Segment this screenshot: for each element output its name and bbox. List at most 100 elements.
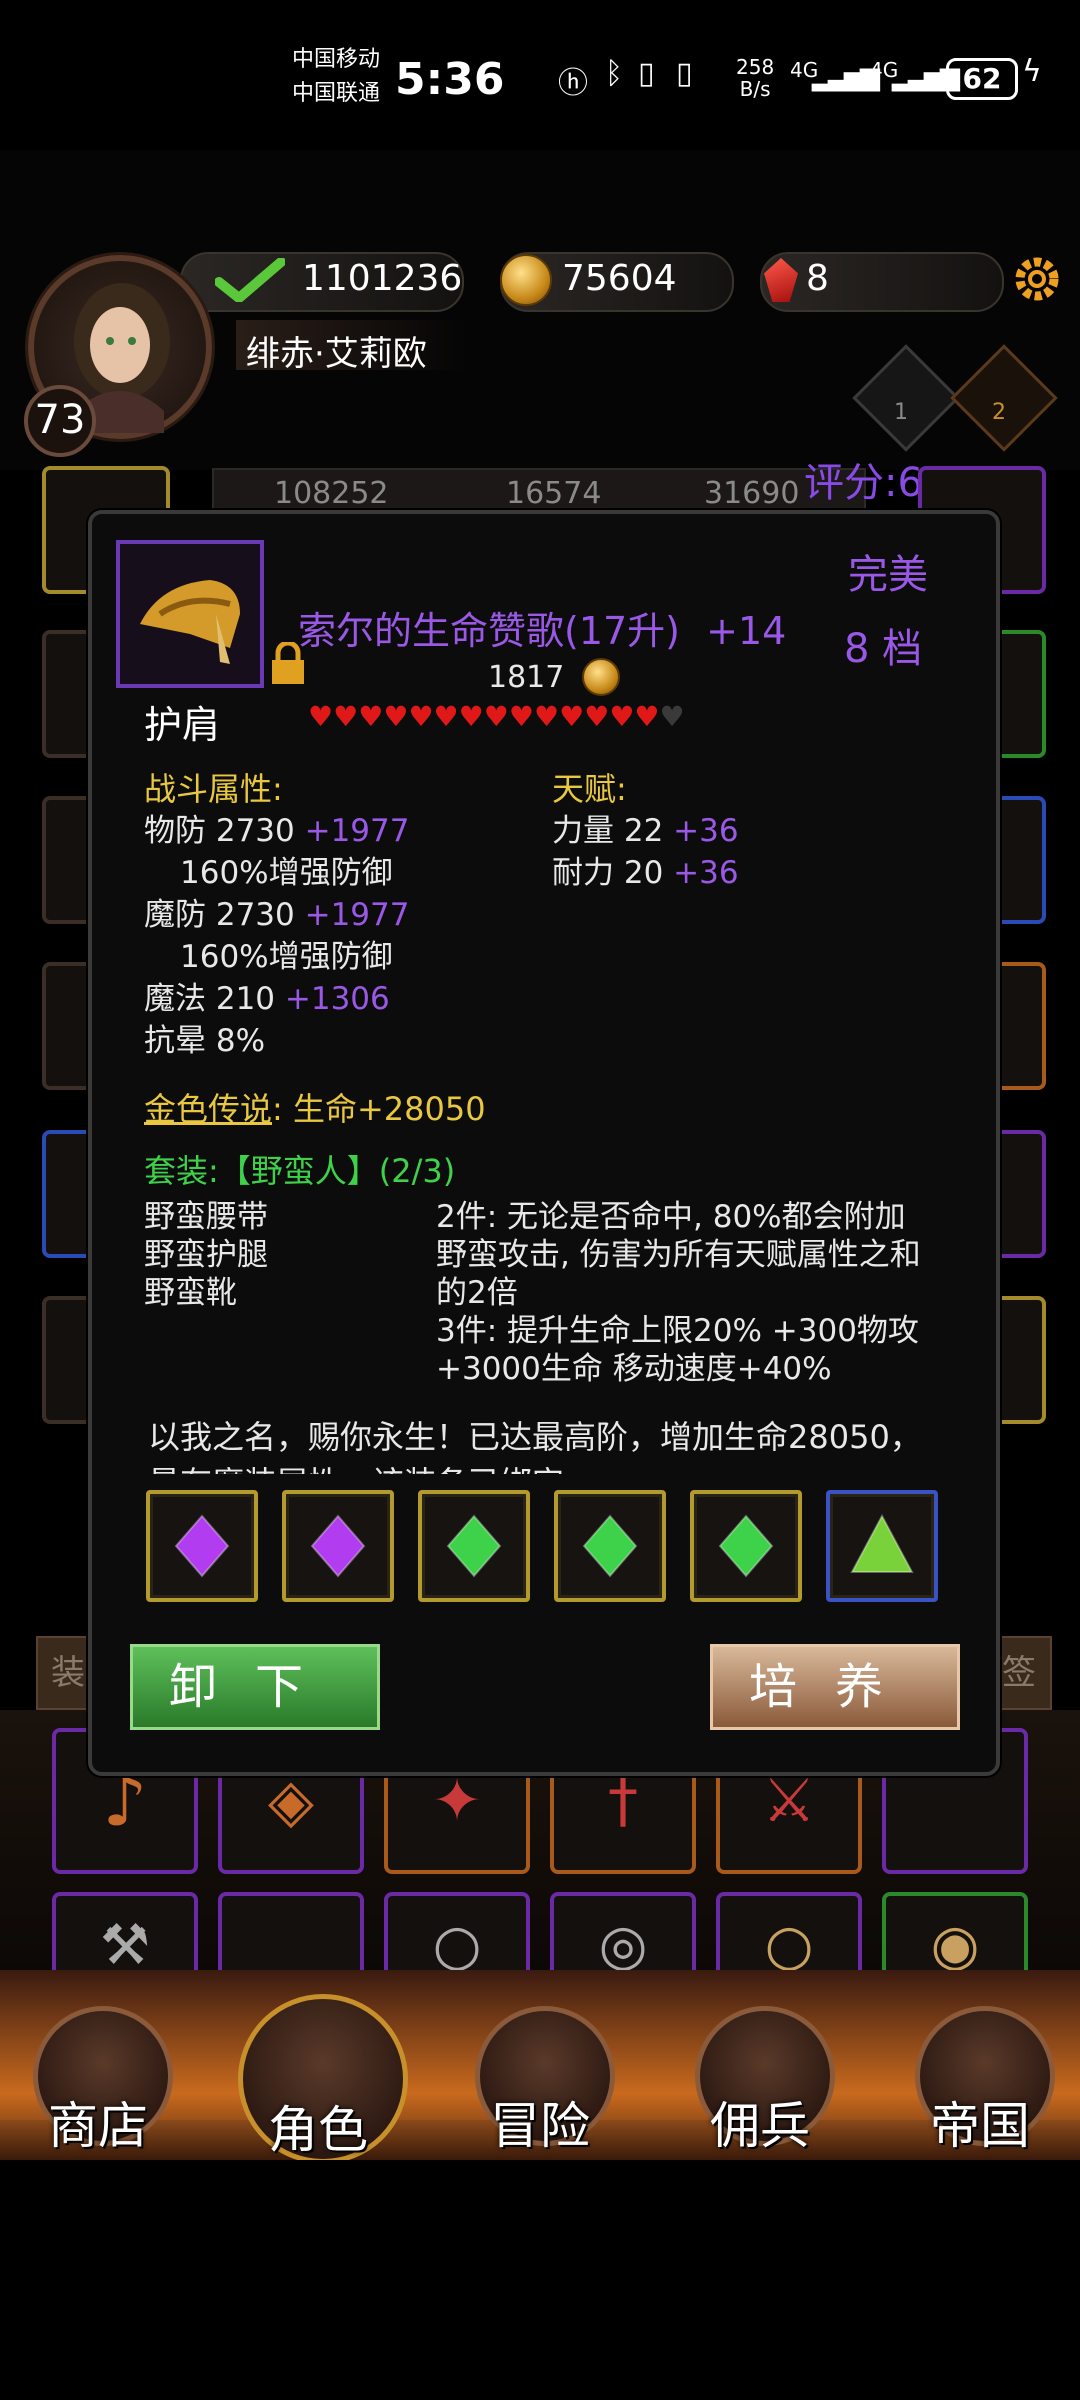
combat-stat-5: 魔法 210 +1306 (144, 978, 390, 1020)
nav-label[interactable]: 佣兵 (705, 2086, 815, 2158)
set-title: 套装:【野蛮人】(2/3) (144, 1152, 456, 1190)
stat-label: 160%增强防御 (180, 939, 393, 975)
heart-filled-icon: ♥ (458, 700, 484, 733)
battery-saver-icon: ▯ (638, 56, 655, 91)
status-bar: 中国移动 中国联通 5:36 ⓗ ᛒ ▯ ▯ 258 B/s 4G ▂▃▅▆ 4… (0, 0, 1080, 150)
stat-label: 耐力 20 (552, 855, 664, 891)
set-bonus-3-line-2: +3000生命 移动速度+40% (436, 1351, 832, 1387)
shoulder-armor-icon (140, 580, 240, 664)
combat-stat-1: 物防 2730 +1977 (144, 810, 409, 852)
nav-label[interactable]: 冒险 (485, 2086, 595, 2158)
description-line-1: 以我之名，赐你永生！已达最高阶，增加生命28050， (148, 1418, 922, 1456)
ruby-pill (760, 252, 1004, 312)
check-xp-icon (215, 258, 285, 302)
train-button[interactable]: 培养 (710, 1644, 960, 1730)
gem-socket[interactable] (826, 1490, 938, 1602)
stat-bonus: +1306 (284, 981, 390, 1017)
carrier-1: 中国移动 (292, 47, 381, 72)
gold-coin-icon (582, 658, 620, 696)
gem-socket[interactable] (146, 1490, 258, 1602)
heart-filled-icon: ♥ (533, 700, 560, 733)
stat-label: 力量 22 (552, 813, 664, 849)
set-bonus-2-line-1: 2件: 无论是否命中, 80%都会附加 (436, 1199, 906, 1235)
combat-stat-2: 160%增强防御 (180, 852, 393, 894)
rank-2-label: 2 (992, 400, 1006, 425)
nav-label[interactable]: 角色 (263, 2090, 373, 2162)
item-name: 索尔的生命赞歌(17升) +14 (298, 600, 786, 655)
item-icon-frame (116, 540, 264, 688)
rank-1-label: 1 (894, 400, 908, 425)
net-speed-unit: B/s (739, 77, 771, 101)
gem-sockets (146, 1490, 946, 1602)
rank-2-badge[interactable] (950, 344, 1058, 452)
combat-stats-title: 战斗属性: (144, 770, 283, 808)
set-piece-2: 野蛮护腿 (144, 1237, 268, 1273)
item-enhance-level: +14 (706, 609, 787, 653)
set-piece-1: 野蛮腰带 (144, 1199, 268, 1235)
heart-filled-icon: ♥ (383, 700, 409, 733)
battery-level: 62 (946, 58, 1018, 100)
heart-filled-icon: ♥ (634, 700, 660, 733)
gem-socket[interactable] (282, 1490, 394, 1602)
stat-label: 魔法 210 (144, 981, 276, 1017)
heart-filled-icon: ♥ (559, 700, 585, 733)
stat-bonus: +36 (673, 813, 739, 849)
heart-filled-icon: ♥ (358, 700, 384, 733)
stat-label: 160%增强防御 (180, 855, 393, 891)
stat-bonus: +1977 (304, 813, 410, 849)
green-gem-icon (446, 1514, 502, 1578)
heart-filled-icon: ♥ (584, 700, 610, 733)
item-detail-dialog: 索尔的生命赞歌(17升) +14 完美 8 档 1817 护肩 ♥♥♥♥♥♥♥♥… (88, 510, 1000, 1776)
carrier-2: 中国联通 (292, 81, 381, 106)
heart-filled-icon: ♥ (483, 700, 509, 733)
legend-value: : 生命+28050 (272, 1090, 486, 1128)
level-badge: 73 (24, 385, 96, 457)
gem-socket[interactable] (690, 1490, 802, 1602)
stat-label: 物防 2730 (144, 813, 295, 849)
xp-value: 1101236 (302, 258, 463, 299)
heart-filled-icon: ♥ (609, 700, 635, 733)
heart-filled-icon: ♥ (408, 700, 434, 733)
heart-empty-icon: ♥ (659, 700, 685, 733)
item-name-text: 索尔的生命赞歌(17升) (298, 609, 681, 653)
charging-icon: ϟ (1022, 54, 1042, 89)
gem-socket[interactable] (418, 1490, 530, 1602)
purple-gem-icon (174, 1514, 230, 1578)
combat-stat-6: 抗晕 8% (144, 1020, 265, 1062)
item-quality: 完美 (848, 552, 928, 598)
hd-call-icon: ⓗ (558, 66, 588, 101)
player-name[interactable]: 绯赤·艾莉欧 (246, 326, 427, 375)
talent-stat-2: 耐力 20 +36 (552, 852, 739, 894)
clock: 5:36 (395, 54, 505, 105)
green-triangle-gem-icon (850, 1513, 914, 1573)
green-gem-icon (582, 1514, 638, 1578)
item-slot-type: 护肩 (144, 703, 221, 747)
stat-label: 魔防 2730 (144, 897, 295, 933)
item-price: 1817 (488, 660, 565, 695)
ruby-value: 8 (806, 258, 829, 299)
gem-socket[interactable] (554, 1490, 666, 1602)
talent-title: 天赋: (552, 770, 627, 808)
nav-label[interactable]: 帝国 (925, 2086, 1035, 2158)
total-stat-1: 108252 (274, 476, 389, 511)
set-bonus-2-line-3: 的2倍 (436, 1275, 518, 1311)
talent-stat-1: 力量 22 +36 (552, 810, 739, 852)
unload-button[interactable]: 卸下 (130, 1644, 380, 1730)
set-piece-3: 野蛮靴 (144, 1275, 237, 1311)
item-description: 以我之名，赐你永生！已达最高阶，增加生命28050， 最有魔装属性，该装备已绑定 (148, 1414, 958, 1474)
combat-stat-4: 160%增强防御 (180, 936, 393, 978)
heart-filled-icon: ♥ (433, 700, 459, 733)
settings-gear-icon[interactable] (1008, 250, 1066, 308)
purple-gem-icon (310, 1514, 366, 1578)
bottom-blank-area (0, 2160, 1080, 2400)
combat-stat-3: 魔防 2730 +1977 (144, 894, 409, 936)
bluetooth-icon: ᛒ (605, 56, 623, 91)
nav-label[interactable]: 商店 (43, 2086, 153, 2158)
legend-label[interactable]: 金色传说 (144, 1090, 272, 1128)
green-gem-icon (718, 1514, 774, 1578)
rank-1-badge[interactable] (852, 344, 960, 452)
heart-filled-icon: ♥ (508, 700, 534, 733)
stat-label: 抗晕 8% (144, 1023, 266, 1059)
stat-bonus: +36 (673, 855, 739, 891)
set-bonus-2-line-2: 野蛮攻击, 伤害为所有天赋属性之和 (436, 1237, 921, 1273)
